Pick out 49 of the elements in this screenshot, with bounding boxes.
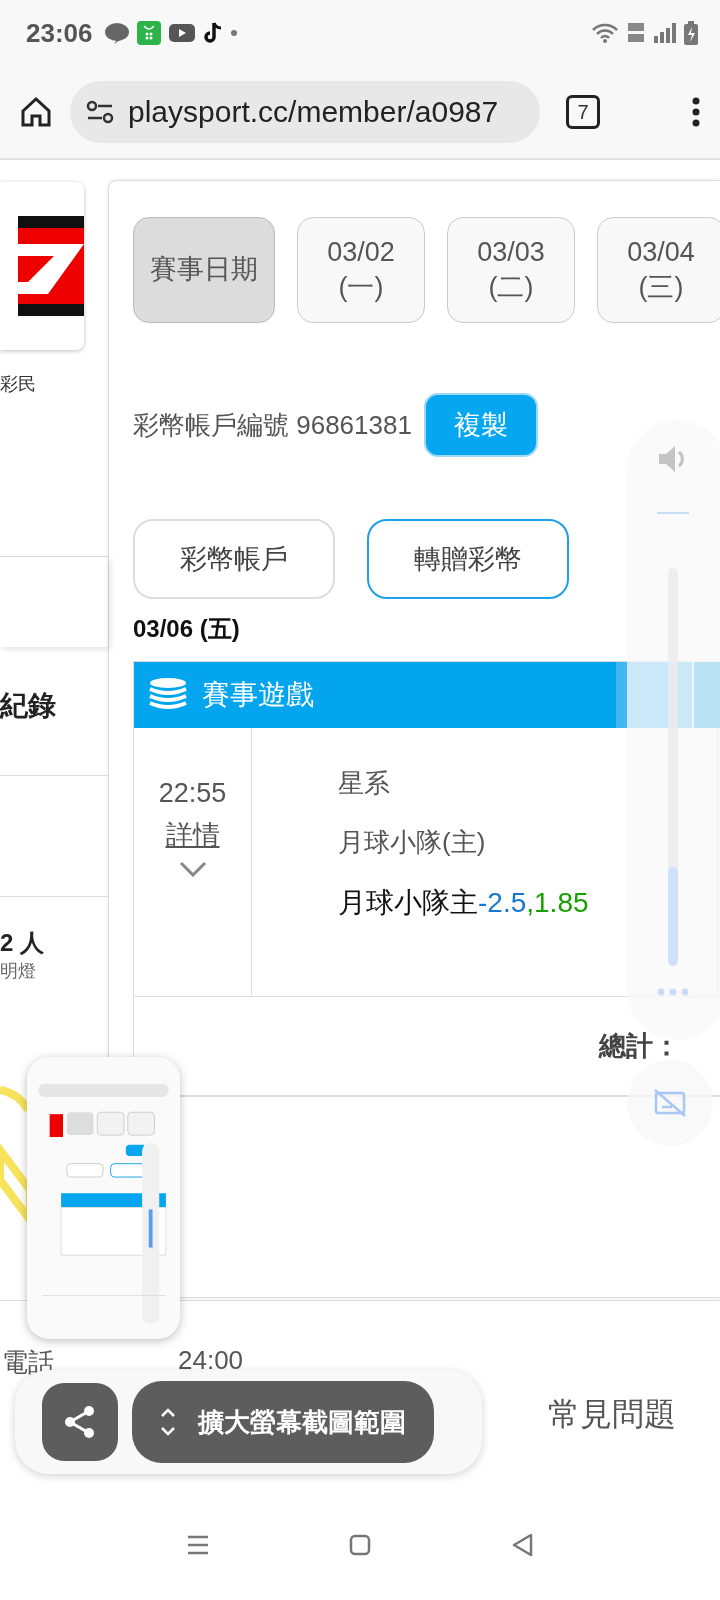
address-bar[interactable]: playsport.cc/member/a0987 [70,81,540,143]
play-icon [168,24,195,42]
home-icon[interactable] [20,96,52,128]
chat-bubble-icon [104,22,129,44]
pick-text: 月球小隊主-2.5,1.85 [338,886,590,920]
league-name: 星系 [338,767,391,800]
battery-charging-icon [684,21,698,45]
captions-off-icon [653,1088,687,1118]
logo-card[interactable] [0,182,84,350]
action-button[interactable]: 轉贈彩幣 [367,519,569,599]
date-tab[interactable]: 03/03 (二) [447,217,575,323]
tab-count-button[interactable]: 7 [566,95,600,129]
shopping-bag-icon [136,21,161,45]
team-name: 月球小隊(主) [338,826,487,859]
total-label: 總計： [599,1030,680,1063]
hours-text: 24:00 [178,1345,244,1377]
date-heading: 03/06 (五) [133,614,241,644]
details-link[interactable]: 詳情 [165,817,220,853]
table-title: 賽事遊戲 [202,678,314,712]
member-label: 彩民 [0,373,37,396]
section-title: 紀錄 [0,689,57,723]
date-tab[interactable]: 03/04 (三) [597,217,720,323]
share-button[interactable] [42,1383,118,1461]
recent-apps-icon[interactable] [187,1535,209,1555]
action-button[interactable]: 彩幣帳戶 [133,519,335,599]
wifi-icon [592,23,618,43]
url-text: playsport.cc/member/a0987 [128,95,499,129]
logo-icon [18,216,84,316]
expand-arrows-icon [160,1407,176,1437]
music-note-icon [202,21,223,45]
home-button-icon[interactable] [349,1534,371,1556]
chevron-down-icon[interactable] [178,861,207,877]
dot-icon [230,30,237,36]
site-settings-icon[interactable] [86,100,114,124]
date-tab[interactable]: 03/02 (一) [297,217,425,323]
volume-slider[interactable] [668,568,678,966]
screenshot-preview-drawing[interactable] [27,1057,180,1339]
back-icon[interactable] [511,1533,533,1557]
clock: 23:06 [26,17,93,49]
account-number: 彩幣帳戶編號 96861381 [133,408,412,442]
more-options-icon[interactable] [692,97,700,127]
share-icon [64,1405,96,1439]
signal-icon [654,23,676,43]
caption-label: 明燈 [0,960,37,983]
date-tab[interactable]: 賽事日期 [133,217,275,323]
expand-screenshot-button[interactable]: 擴大螢幕截圖範圍 [132,1381,434,1463]
faq-link[interactable]: 常見問題 [548,1393,676,1437]
game-time: 22:55 [158,778,227,809]
count-label: 2 人 [0,928,45,958]
